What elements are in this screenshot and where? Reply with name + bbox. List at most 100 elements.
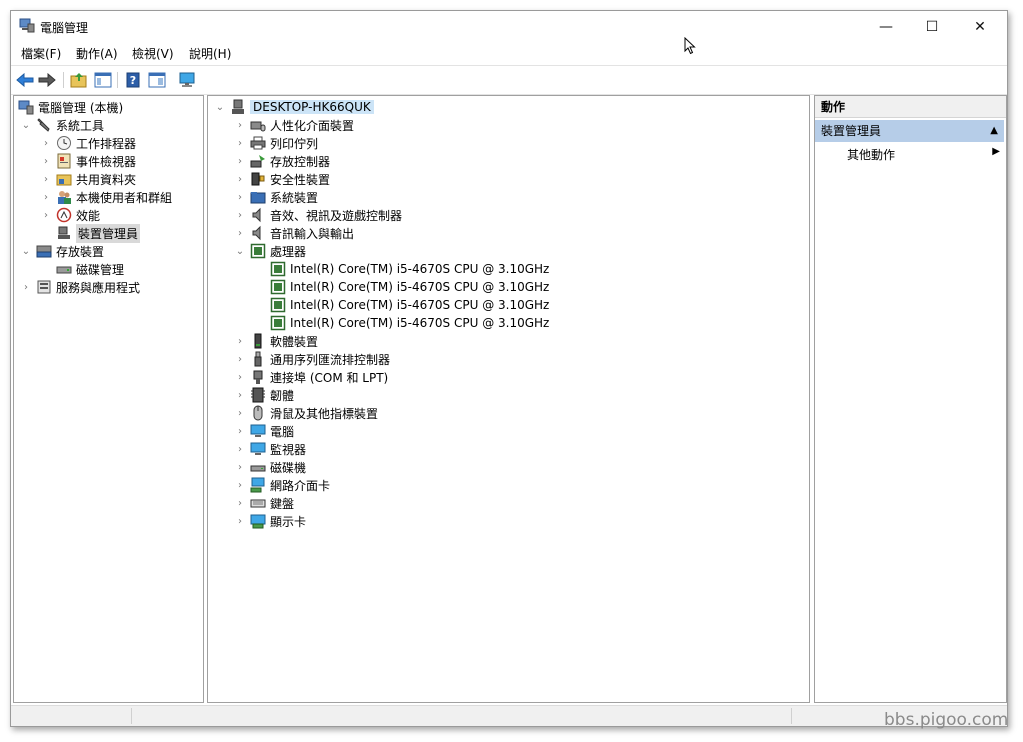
mouse-cursor-icon xyxy=(684,37,696,55)
submenu-arrow-icon[interactable]: ▶ xyxy=(992,146,1000,157)
device-category-label: 電腦 xyxy=(270,424,295,439)
chevron-right-icon[interactable]: › xyxy=(40,173,52,185)
device-tree-pane[interactable]: ⌄ DESKTOP-HK66QUK › 人性化介面裝置 › 列印佇列 › 存放控… xyxy=(207,95,810,703)
help-button[interactable]: ? xyxy=(123,70,143,90)
chevron-right-icon[interactable]: › xyxy=(234,227,246,239)
chevron-right-icon[interactable]: › xyxy=(234,335,246,347)
chevron-right-icon[interactable]: › xyxy=(40,191,52,203)
chevron-right-icon[interactable]: › xyxy=(234,407,246,419)
chevron-right-icon[interactable]: › xyxy=(234,155,246,167)
chevron-right-icon[interactable]: › xyxy=(234,191,246,203)
collapse-triangle-icon[interactable]: ▲ xyxy=(990,120,998,142)
mouse-icon xyxy=(253,405,263,421)
device-category-firmware[interactable]: › 韌體 xyxy=(234,386,294,404)
back-button[interactable] xyxy=(15,70,35,90)
minimize-button[interactable]: — xyxy=(863,11,909,42)
menu-help[interactable]: 說明(H) xyxy=(189,45,231,62)
tree-root-computer-management[interactable]: 電腦管理 (本機) xyxy=(18,98,123,116)
device-category-sound-video-game[interactable]: › 音效、視訊及遊戲控制器 xyxy=(234,206,402,224)
maximize-button[interactable]: ☐ xyxy=(909,11,955,42)
console-tree-pane[interactable]: 電腦管理 (本機) ⌄ 系統工具 › 工作排程器 › 事件檢視器 › 共用資料夾… xyxy=(13,95,204,703)
device-category-display-adapters[interactable]: › 顯示卡 xyxy=(234,512,306,530)
chevron-right-icon[interactable]: › xyxy=(234,173,246,185)
device-category-label: 鍵盤 xyxy=(270,496,295,511)
title-bar[interactable]: 電腦管理 — ☐ ✕ xyxy=(11,11,1007,42)
chevron-right-icon[interactable]: › xyxy=(234,353,246,365)
device-category-disk-drives[interactable]: › 磁碟機 xyxy=(234,458,306,476)
window-title: 電腦管理 xyxy=(40,21,89,35)
tree-item-services-applications[interactable]: › 服務與應用程式 xyxy=(20,278,140,296)
tree-item-disk-management[interactable]: 磁碟管理 xyxy=(52,260,124,278)
computer-management-window: 電腦管理 — ☐ ✕ 檔案(F) 動作(A) 檢視(V) 說明(H) ? 電腦管… xyxy=(10,10,1008,727)
device-tree-root[interactable]: ⌄ DESKTOP-HK66QUK xyxy=(214,98,374,116)
processor-item[interactable]: Intel(R) Core(TM) i5-4670S CPU @ 3.10GHz xyxy=(270,314,549,332)
computer-icon xyxy=(232,99,244,114)
chevron-right-icon[interactable]: › xyxy=(234,389,246,401)
tree-item-device-manager[interactable]: 裝置管理員 xyxy=(52,223,141,243)
actions-section-label: 裝置管理員 xyxy=(821,124,882,138)
processor-icon xyxy=(270,261,286,277)
device-category-print-queue[interactable]: › 列印佇列 xyxy=(234,134,318,152)
menu-file[interactable]: 檔案(F) xyxy=(21,45,61,62)
tree-item-shared-folders[interactable]: › 共用資料夾 xyxy=(40,170,136,188)
menu-action[interactable]: 動作(A) xyxy=(76,45,118,62)
tree-item-event-viewer[interactable]: › 事件檢視器 xyxy=(40,152,136,170)
status-segment xyxy=(11,708,132,724)
close-button[interactable]: ✕ xyxy=(957,11,1003,42)
chevron-right-icon[interactable]: › xyxy=(40,209,52,221)
device-category-audio-io[interactable]: › 音訊輸入與輸出 xyxy=(234,224,354,242)
performance-icon xyxy=(56,207,72,223)
chevron-right-icon[interactable]: › xyxy=(234,137,246,149)
chevron-down-icon[interactable]: ⌄ xyxy=(234,245,246,257)
tree-item-storage[interactable]: ⌄ 存放裝置 xyxy=(20,242,104,260)
chevron-right-icon[interactable]: › xyxy=(234,209,246,221)
chevron-right-icon[interactable]: › xyxy=(234,371,246,383)
chevron-right-icon[interactable]: › xyxy=(40,137,52,149)
tree-item-task-scheduler[interactable]: › 工作排程器 xyxy=(40,134,136,152)
device-category-ports[interactable]: › 連接埠 (COM 和 LPT) xyxy=(234,368,388,386)
up-one-level-button[interactable] xyxy=(69,70,89,90)
chevron-right-icon[interactable]: › xyxy=(234,425,246,437)
device-category-processors[interactable]: ⌄ 處理器 xyxy=(234,242,306,260)
chevron-right-icon[interactable]: › xyxy=(234,443,246,455)
more-actions-item[interactable]: 其他動作 xyxy=(847,146,895,163)
menu-view[interactable]: 檢視(V) xyxy=(132,45,174,62)
chevron-right-icon[interactable]: › xyxy=(234,479,246,491)
device-category-software-devices[interactable]: › 軟體裝置 xyxy=(234,332,318,350)
chevron-right-icon[interactable]: › xyxy=(234,515,246,527)
chevron-down-icon[interactable]: ⌄ xyxy=(214,101,226,113)
properties-button[interactable] xyxy=(147,70,167,90)
chevron-down-icon[interactable]: ⌄ xyxy=(20,119,32,131)
tree-item-performance[interactable]: › 效能 xyxy=(40,206,100,224)
processor-item[interactable]: Intel(R) Core(TM) i5-4670S CPU @ 3.10GHz xyxy=(270,278,549,296)
processor-item[interactable]: Intel(R) Core(TM) i5-4670S CPU @ 3.10GHz xyxy=(270,260,549,278)
chevron-right-icon[interactable]: › xyxy=(234,119,246,131)
device-category-usb-controllers[interactable]: › 通用序列匯流排控制器 xyxy=(234,350,390,368)
device-category-hid[interactable]: › 人性化介面裝置 xyxy=(234,116,354,134)
processor-item[interactable]: Intel(R) Core(TM) i5-4670S CPU @ 3.10GHz xyxy=(270,296,549,314)
scan-hardware-button[interactable] xyxy=(177,70,197,90)
keyboard-icon xyxy=(250,499,266,508)
processor-label: Intel(R) Core(TM) i5-4670S CPU @ 3.10GHz xyxy=(290,316,550,330)
device-category-monitors[interactable]: › 監視器 xyxy=(234,440,306,458)
device-category-storage-controllers[interactable]: › 存放控制器 xyxy=(234,152,330,170)
device-category-security[interactable]: › 安全性裝置 xyxy=(234,170,330,188)
tree-item-local-users-groups[interactable]: › 本機使用者和群組 xyxy=(40,188,172,206)
chevron-right-icon[interactable]: › xyxy=(234,497,246,509)
device-category-mice[interactable]: › 滑鼠及其他指標裝置 xyxy=(234,404,378,422)
chevron-right-icon[interactable]: › xyxy=(40,155,52,167)
device-category-system-devices[interactable]: › 系統裝置 xyxy=(234,188,318,206)
device-category-network-adapters[interactable]: › 網路介面卡 xyxy=(234,476,330,494)
device-category-computer[interactable]: › 電腦 xyxy=(234,422,294,440)
actions-section-device-manager[interactable]: 裝置管理員 ▲ xyxy=(815,120,1004,142)
device-category-label: 顯示卡 xyxy=(270,514,307,529)
device-category-label: 系統裝置 xyxy=(270,190,319,205)
chevron-right-icon[interactable]: › xyxy=(234,461,246,473)
device-category-keyboards[interactable]: › 鍵盤 xyxy=(234,494,294,512)
forward-button[interactable] xyxy=(37,70,57,90)
chevron-right-icon[interactable]: › xyxy=(20,281,32,293)
chevron-down-icon[interactable]: ⌄ xyxy=(20,245,32,257)
show-hide-console-tree-button[interactable] xyxy=(93,70,113,90)
security-chip-icon xyxy=(251,172,265,186)
tree-item-system-tools[interactable]: ⌄ 系統工具 xyxy=(20,116,104,134)
